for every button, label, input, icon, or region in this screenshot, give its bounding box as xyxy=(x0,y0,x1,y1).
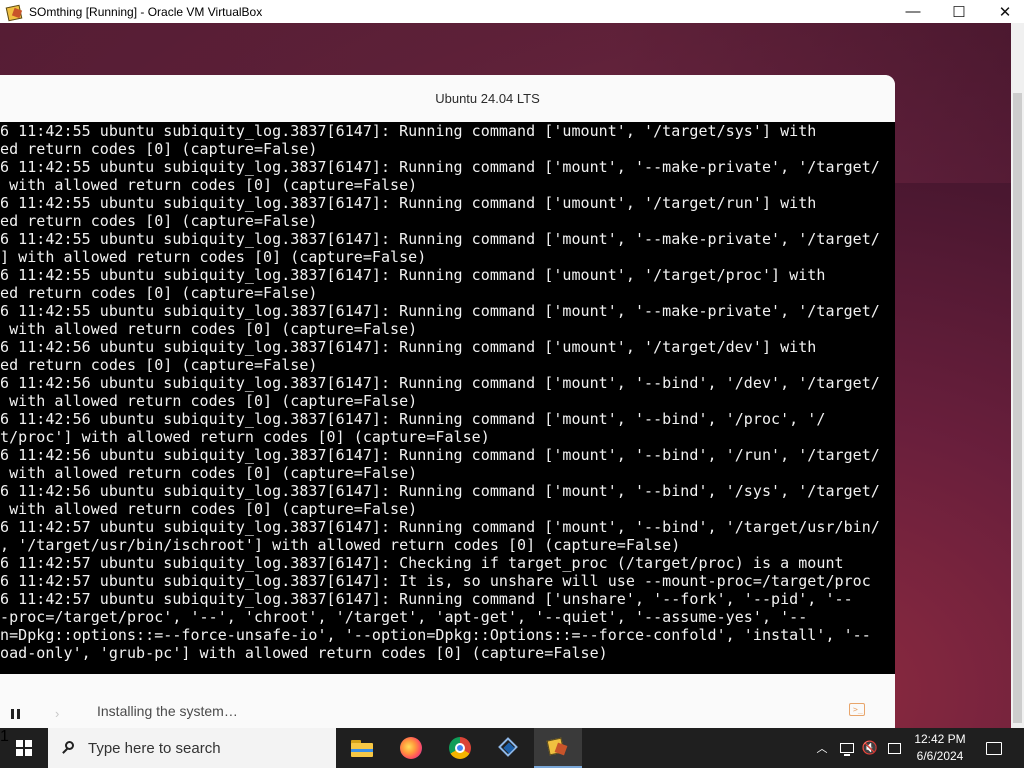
window-title: SOmthing [Running] - Oracle VM VirtualBo… xyxy=(29,4,263,19)
log-line: -proc=/target/proc', '--', 'chroot', '/t… xyxy=(0,608,808,626)
log-line: with allowed return codes [0] (capture=F… xyxy=(0,500,418,518)
clock-time: 12:42 PM xyxy=(914,732,966,746)
log-line: 6 11:42:55 ubuntu subiquity_log.3837[614… xyxy=(0,194,817,212)
taskbar-app-file-explorer[interactable] xyxy=(338,728,386,768)
close-button[interactable]: ✕ xyxy=(982,0,1024,23)
log-line: 6 11:42:57 ubuntu subiquity_log.3837[614… xyxy=(0,590,853,608)
search-placeholder: Type here to search xyxy=(88,739,221,757)
network-icon[interactable] xyxy=(837,728,857,768)
log-line: with allowed return codes [0] (capture=F… xyxy=(0,392,418,410)
log-line: oad-only', 'grub-pc'] with allowed retur… xyxy=(0,644,608,662)
chevron-right-icon: › xyxy=(55,706,60,721)
log-line: ] with allowed return codes [0] (capture… xyxy=(0,248,427,266)
volume-muted-icon[interactable]: 🔇 xyxy=(860,728,880,768)
log-line: 6 11:42:56 ubuntu subiquity_log.3837[614… xyxy=(0,374,880,392)
installer-footer: › Installing the system… >_ xyxy=(0,674,895,728)
start-button[interactable] xyxy=(0,728,48,768)
log-line: 6 11:42:56 ubuntu subiquity_log.3837[614… xyxy=(0,338,817,356)
installer-window: Ubuntu 24.04 LTS 6 11:42:55 ubuntu subiq… xyxy=(0,75,895,728)
log-line: 6 11:42:55 ubuntu subiquity_log.3837[614… xyxy=(0,266,826,284)
taskbar-app-chrome[interactable] xyxy=(436,728,484,768)
log-line: 6 11:42:57 ubuntu subiquity_log.3837[614… xyxy=(0,572,871,590)
log-line: with allowed return codes [0] (capture=F… xyxy=(0,176,418,194)
taskbar-search-box[interactable]: Type here to search xyxy=(48,728,336,768)
tray-app-icon[interactable] xyxy=(884,728,904,768)
virtualbox-app-icon xyxy=(5,4,23,21)
clock-date: 6/6/2024 xyxy=(916,749,964,763)
firefox-icon xyxy=(400,737,422,759)
log-line: with allowed return codes [0] (capture=F… xyxy=(0,464,418,482)
log-line: 6 11:42:57 ubuntu subiquity_log.3837[614… xyxy=(0,554,844,572)
taskbar-clock[interactable]: 12:42 PM 6/6/2024 xyxy=(910,731,970,765)
log-line: ed return codes [0] (capture=False) xyxy=(0,212,318,230)
show-hidden-icons-button[interactable]: ︿ xyxy=(814,728,830,768)
pause-icon[interactable] xyxy=(11,709,21,719)
virtualbox-vm-icon xyxy=(546,737,569,757)
log-line: 6 11:42:55 ubuntu subiquity_log.3837[614… xyxy=(0,230,880,248)
log-line: , '/target/usr/bin/ischroot'] with allow… xyxy=(0,536,681,554)
log-line: ed return codes [0] (capture=False) xyxy=(0,140,318,158)
terminal-glyph: >_ xyxy=(853,705,863,714)
taskbar: Type here to search ︿ 🔇 12:42 PM 6/6/202… xyxy=(0,728,1024,768)
log-line: 6 11:42:55 ubuntu subiquity_log.3837[614… xyxy=(0,122,817,140)
folder-icon xyxy=(351,739,373,757)
notification-center-icon[interactable] xyxy=(980,728,1008,768)
minimize-button[interactable]: — xyxy=(890,0,936,23)
install-status-text: Installing the system… xyxy=(97,703,238,719)
installer-title: Ubuntu 24.04 LTS xyxy=(435,91,540,106)
virtualbox-manager-icon xyxy=(498,737,519,758)
vm-scrollbar-thumb[interactable] xyxy=(1013,93,1022,723)
guest-display[interactable]: Ubuntu 24.04 LTS 6 11:42:55 ubuntu subiq… xyxy=(0,23,1024,728)
log-line: 6 11:42:56 ubuntu subiquity_log.3837[614… xyxy=(0,410,826,428)
search-icon xyxy=(62,741,76,755)
taskbar-app-virtualbox-manager[interactable] xyxy=(485,728,533,768)
installer-log-terminal[interactable]: 6 11:42:55 ubuntu subiquity_log.3837[614… xyxy=(0,122,895,674)
taskbar-app-virtualbox-vm[interactable] xyxy=(534,728,582,768)
taskbar-app-firefox[interactable] xyxy=(387,728,435,768)
log-line: with allowed return codes [0] (capture=F… xyxy=(0,320,418,338)
log-line: 6 11:42:55 ubuntu subiquity_log.3837[614… xyxy=(0,302,880,320)
log-line: t/proc'] with allowed return codes [0] (… xyxy=(0,428,490,446)
vm-scrollbar[interactable] xyxy=(1011,23,1024,728)
maximize-button[interactable]: ☐ xyxy=(936,0,982,23)
window-titlebar[interactable]: SOmthing [Running] - Oracle VM VirtualBo… xyxy=(0,0,1024,23)
log-line: 6 11:42:56 ubuntu subiquity_log.3837[614… xyxy=(0,482,880,500)
windows-logo-icon xyxy=(16,740,32,756)
terminal-toggle-icon[interactable]: >_ xyxy=(849,703,865,716)
log-line: 6 11:42:55 ubuntu subiquity_log.3837[614… xyxy=(0,158,880,176)
log-line: ed return codes [0] (capture=False) xyxy=(0,356,318,374)
log-line: 6 11:42:56 ubuntu subiquity_log.3837[614… xyxy=(0,446,880,464)
log-line: 6 11:42:57 ubuntu subiquity_log.3837[614… xyxy=(0,518,880,536)
log-line: ed return codes [0] (capture=False) xyxy=(0,284,318,302)
chrome-icon xyxy=(449,737,471,759)
log-line: n=Dpkg::options::=--force-unsafe-io', '-… xyxy=(0,626,871,644)
installer-header[interactable]: Ubuntu 24.04 LTS xyxy=(0,75,895,123)
